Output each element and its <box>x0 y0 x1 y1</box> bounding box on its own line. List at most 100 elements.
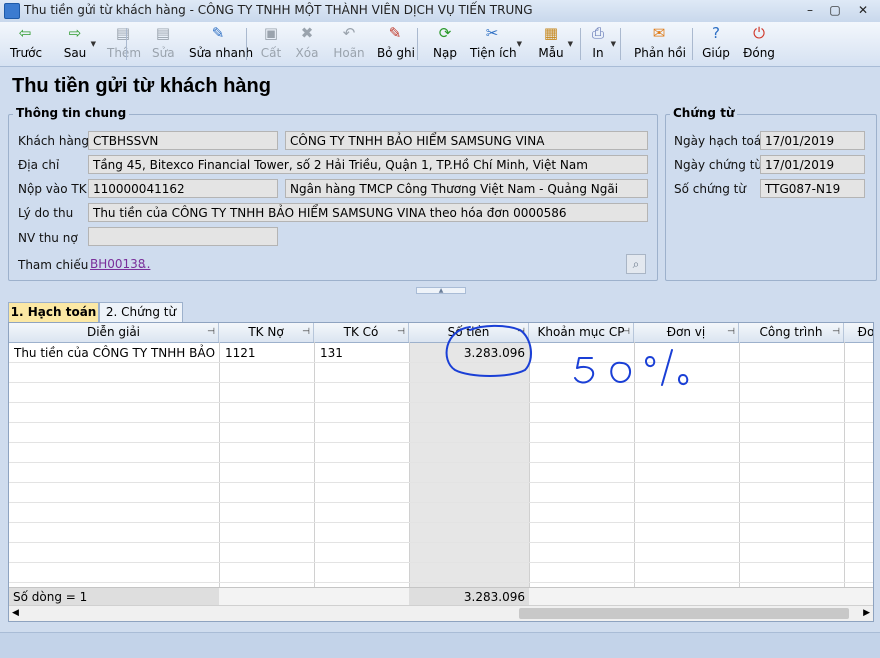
pin-icon[interactable]: ⊣ <box>622 323 630 342</box>
edit-document-icon: ▤ <box>155 24 171 42</box>
grid-row-line <box>9 542 873 543</box>
toolbar-label: Sau <box>63 46 87 60</box>
toolbar-label: Tiện ích <box>470 46 517 60</box>
close-window-button[interactable]: ✕ <box>851 2 875 19</box>
col-header-description[interactable]: Diễn giải ⊣ <box>9 323 219 342</box>
toolbar-button-14[interactable]: ? Giúp <box>702 24 730 64</box>
pin-icon[interactable]: ⊣ <box>302 323 310 342</box>
toolbar-label: Nạp <box>433 46 457 60</box>
toolbar-label: Sửa nhanh <box>189 46 254 60</box>
pin-icon[interactable]: ⊣ <box>727 323 735 342</box>
deposit-bank-field[interactable]: Ngân hàng TMCP Công Thương Việt Nam - Qu… <box>285 179 648 198</box>
help-icon: ? <box>712 24 720 42</box>
accounting-date-label: Ngày hạch toán <box>674 134 769 148</box>
collapse-splitter[interactable]: ▲ <box>416 287 466 294</box>
collector-label: NV thu nợ <box>18 231 78 245</box>
address-field[interactable]: Tầng 45, Bitexco Financial Tower, số 2 H… <box>88 155 648 174</box>
col-header-debit[interactable]: TK Nợ ⊣ <box>219 323 314 342</box>
minimize-button[interactable]: – <box>798 2 822 19</box>
toolbar-label: Phản hồi <box>634 46 686 60</box>
grid-column-line <box>739 342 740 594</box>
title-bar: Thu tiền gửi từ khách hàng - CÔNG TY TNH… <box>0 0 880 23</box>
toolbar-button-7[interactable]: ↶ Hoãn <box>333 24 365 64</box>
accounting-date-field[interactable]: 17/01/2019 <box>760 131 865 150</box>
row1-amount[interactable]: 3.283.096 <box>411 343 525 363</box>
delete-icon: ✖ <box>300 24 314 42</box>
toolbar-label: Đóng <box>743 46 775 60</box>
col-header-amount[interactable]: Số tiền ⊣ <box>409 323 529 342</box>
toolbar-button-15[interactable]: ⏻ Đóng <box>743 24 775 64</box>
toolbar-label: In <box>592 46 604 60</box>
grid-footer: Số dòng = 1 3.283.096 <box>9 587 873 606</box>
toolbar-button-1[interactable]: ⇨ Sau ▼ <box>62 24 96 64</box>
pin-icon[interactable]: ⊣ <box>517 323 525 342</box>
scroll-thumb[interactable] <box>519 608 849 619</box>
customer-name-field[interactable]: CÔNG TY TNHH BẢO HIỂM SAMSUNG VINA <box>285 131 648 150</box>
scroll-left-icon[interactable]: ◀ <box>12 606 19 621</box>
pin-icon[interactable]: ⊣ <box>207 323 215 342</box>
status-bar <box>0 632 880 658</box>
row1-credit-account[interactable]: 131 <box>320 343 408 363</box>
restore-button[interactable]: ▢ <box>823 2 847 19</box>
grid-row-line <box>9 462 873 463</box>
toolbar-button-5[interactable]: ▣ Cất <box>260 24 282 64</box>
reference-link[interactable]: BH00138 <box>90 257 145 271</box>
quick-edit-icon: ✎ <box>211 24 225 42</box>
pin-icon[interactable]: ⊣ <box>832 323 840 342</box>
reference-more-link[interactable]: ... <box>139 257 150 271</box>
grid-column-line <box>844 342 845 594</box>
toolbar-label: Trước <box>10 46 43 60</box>
toolbar-separator <box>417 28 418 60</box>
scroll-right-icon[interactable]: ▶ <box>863 606 870 621</box>
col-header-project[interactable]: Công trình ⊣ <box>739 323 844 342</box>
reason-field[interactable]: Thu tiền của CÔNG TY TNHH BẢO HIỂM SAMSU… <box>88 203 648 222</box>
toolbar-button-12[interactable]: ⎙ In ▼ <box>588 24 616 64</box>
col-header-unit[interactable]: Đơn vị ⊣ <box>634 323 739 342</box>
tab-accounting[interactable]: 1. Hạch toán <box>8 302 99 322</box>
deposit-account-field[interactable]: 110000041162 <box>88 179 278 198</box>
horizontal-scrollbar[interactable]: ◀ ▶ <box>9 605 873 621</box>
toolbar-button-11[interactable]: ▦ Mẫu ▼ <box>537 24 573 64</box>
toolbar-button-3[interactable]: ▤ Sửa <box>152 24 175 64</box>
app-icon <box>4 3 20 19</box>
chevron-down-icon[interactable]: ▼ <box>91 40 96 48</box>
tab-vouchers[interactable]: 2. Chứng từ <box>99 302 183 322</box>
voucher-date-field[interactable]: 17/01/2019 <box>760 155 865 174</box>
grid-row-line <box>9 502 873 503</box>
col-header-more[interactable]: Đơ <box>844 323 873 342</box>
collector-field[interactable] <box>88 227 278 246</box>
feedback-icon: ✉ <box>652 24 666 42</box>
voucher-no-field[interactable]: TTG087-N19 <box>760 179 865 198</box>
amount-column-bg <box>409 342 529 594</box>
grid-column-line <box>634 342 635 594</box>
toolbar-label: Giúp <box>702 46 730 60</box>
toolbar-button-2[interactable]: ▤ Thêm <box>107 24 142 64</box>
page-title: Thu tiền gửi từ khách hàng <box>12 75 271 97</box>
toolbar-button-13[interactable]: ✉ Phản hồi <box>634 24 686 64</box>
customer-code-field[interactable]: CTBHSSVN <box>88 131 278 150</box>
grid-header: Diễn giải ⊣ TK Nợ ⊣ TK Có ⊣ Số tiền ⊣ Khoản … <box>9 323 873 343</box>
chevron-down-icon[interactable]: ▼ <box>568 40 573 48</box>
toolbar-button-9[interactable]: ⟳ Nạp <box>432 24 458 64</box>
col-header-credit[interactable]: TK Có ⊣ <box>314 323 409 342</box>
col-header-expense-item[interactable]: Khoản mục CP ⊣ <box>529 323 634 342</box>
toolbar-button-6[interactable]: ✖ Xóa <box>295 24 319 64</box>
chevron-down-icon[interactable]: ▼ <box>517 40 522 48</box>
toolbar-button-10[interactable]: ✂ Tiện ích ▼ <box>470 24 522 64</box>
arrow-right-icon: ⇨ <box>68 24 82 42</box>
unpost-icon: ✎ <box>388 24 402 42</box>
pin-icon[interactable]: ⊣ <box>397 323 405 342</box>
customer-label: Khách hàng <box>18 134 90 148</box>
reference-label: Tham chiếu <box>18 258 89 272</box>
row1-debit-account[interactable]: 1121 <box>225 343 313 363</box>
chevron-down-icon[interactable]: ▼ <box>611 40 616 48</box>
reference-search-button[interactable]: ⌕ <box>626 254 646 274</box>
toolbar-button-8[interactable]: ✎ Bỏ ghi <box>377 24 415 64</box>
toolbar-label: Thêm <box>107 46 142 60</box>
template-icon: ▦ <box>543 24 559 42</box>
magnifier-icon: ⌕ <box>632 257 640 271</box>
grid-row-line <box>9 442 873 443</box>
row1-description[interactable]: Thu tiền của CÔNG TY TNHH BẢO HIỂ <box>14 343 217 363</box>
toolbar-button-4[interactable]: ✎ Sửa nhanh <box>189 24 254 64</box>
toolbar-button-0[interactable]: ⇦ Trước <box>10 24 43 64</box>
